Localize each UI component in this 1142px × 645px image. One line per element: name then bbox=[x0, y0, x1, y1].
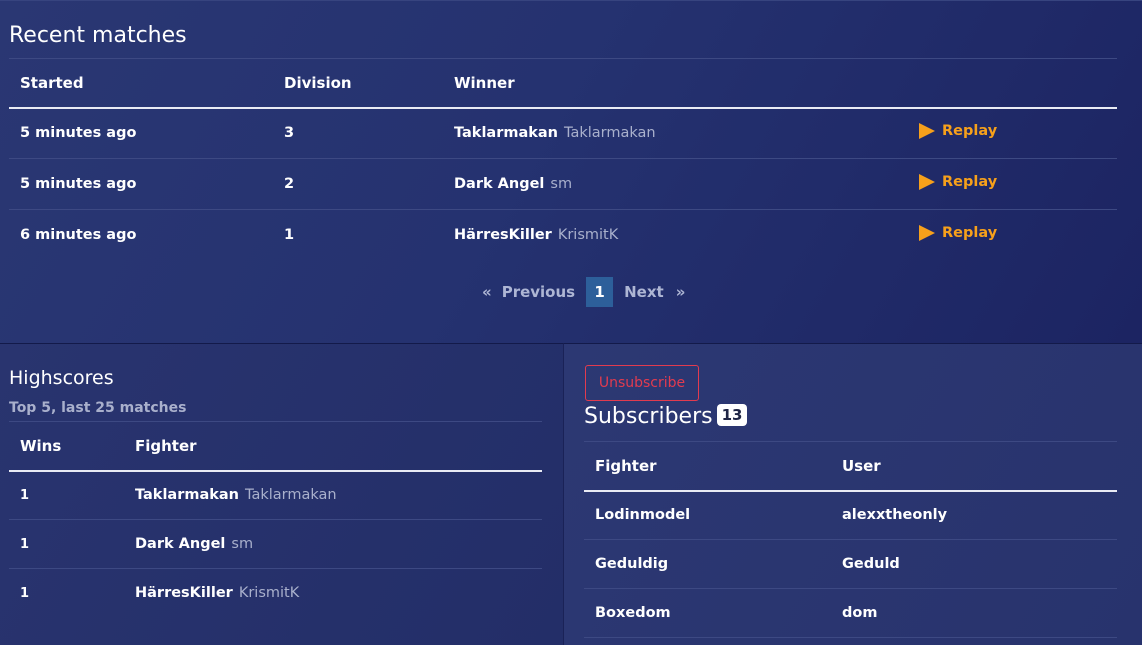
winner-cell: Taklarmakan Taklarmakan bbox=[443, 107, 908, 159]
winner-fighter-link[interactable]: Dark Angel bbox=[454, 176, 544, 192]
user-cell[interactable]: Geduld bbox=[831, 539, 1117, 589]
column-division: Division bbox=[273, 58, 443, 109]
highscores-subtitle: Top 5, last 25 matches bbox=[9, 400, 187, 416]
play-icon bbox=[919, 123, 935, 140]
column-winner: Winner bbox=[443, 58, 908, 109]
replay-label: Replay bbox=[942, 123, 998, 140]
division-cell: 2 bbox=[273, 158, 443, 210]
recent-matches-table: Started Division Winner 5 minutes ago 3 … bbox=[9, 58, 1117, 261]
wins-cell: 1 bbox=[20, 585, 30, 601]
fighter-cell: HärresKiller KrismitK bbox=[124, 569, 542, 618]
column-user: User bbox=[831, 441, 1117, 492]
play-icon bbox=[919, 174, 935, 190]
table-row: 1 HärresKiller KrismitK bbox=[9, 569, 542, 618]
replay-button[interactable]: Replay bbox=[919, 174, 997, 190]
wins-cell: 1 bbox=[9, 470, 124, 520]
action-cell: Replay bbox=[908, 158, 1117, 210]
started-cell: 5 minutes ago bbox=[9, 107, 273, 159]
highscores-panel: Highscores Top 5, last 25 matches Wins F… bbox=[0, 343, 563, 645]
column-fighter: Fighter bbox=[124, 421, 542, 472]
next-page-link[interactable]: Next bbox=[624, 283, 664, 301]
replay-button[interactable]: Replay bbox=[919, 225, 998, 242]
winner-cell: Dark Angel sm bbox=[443, 158, 908, 210]
column-wins: Wins bbox=[9, 421, 124, 472]
user-link[interactable]: KrismitK bbox=[239, 585, 299, 601]
replay-label: Replay bbox=[942, 174, 998, 190]
user-cell[interactable]: alexxtheonly bbox=[831, 490, 1117, 540]
user-link[interactable]: sm bbox=[231, 536, 253, 552]
winner-user-link[interactable]: sm bbox=[550, 176, 572, 192]
started-cell: 5 minutes ago bbox=[9, 158, 273, 210]
table-row: Lodinmodel alexxtheonly bbox=[584, 490, 1117, 540]
table-row: 1 Dark Angel sm bbox=[9, 519, 542, 569]
table-row: 5 minutes ago 3 Taklarmakan Taklarmakan R… bbox=[9, 107, 1117, 159]
fighter-cell[interactable]: Boxedom bbox=[584, 588, 831, 638]
pagination: « Previous 1 Next » bbox=[482, 277, 685, 307]
table-header-row: Wins Fighter bbox=[9, 421, 542, 472]
previous-page-link[interactable]: Previous bbox=[502, 283, 575, 301]
subscribers-panel: Unsubscribe Subscribers 13 Fighter User L… bbox=[563, 343, 1142, 645]
subscribers-title: Subscribers 13 bbox=[584, 404, 748, 429]
fighter-link[interactable]: Taklarmakan bbox=[135, 487, 239, 503]
started-cell: 6 minutes ago bbox=[20, 227, 137, 244]
recent-matches-title: Recent matches bbox=[9, 23, 187, 48]
user-cell[interactable]: dom bbox=[831, 588, 1117, 638]
table-header-row: Fighter User bbox=[584, 441, 1117, 492]
highscores-title: Highscores bbox=[9, 367, 114, 389]
table-row: Boxedom dom bbox=[584, 588, 1117, 638]
fighter-cell: Dark Angel sm bbox=[124, 519, 542, 569]
subscriber-count-badge: 13 bbox=[716, 404, 748, 426]
table-header-row: Started Division Winner bbox=[9, 58, 1117, 109]
replay-label: Replay bbox=[942, 225, 998, 242]
winner-fighter-link[interactable]: Taklarmakan bbox=[454, 125, 558, 141]
column-fighter: Fighter bbox=[584, 441, 831, 492]
fighter-link[interactable]: HärresKiller bbox=[135, 585, 233, 601]
fighter-cell[interactable]: Geduldig bbox=[584, 539, 831, 589]
action-cell: Replay bbox=[908, 210, 1117, 261]
table-row: 5 minutes ago 2 Dark Angel sm Replay bbox=[9, 158, 1117, 210]
recent-matches-panel: Recent matches Started Division Winner 5… bbox=[0, 0, 1142, 343]
winner-cell: HärresKiller KrismitK bbox=[443, 210, 908, 261]
subscribers-table: Fighter User Lodinmodel alexxtheonly Ged… bbox=[584, 441, 1117, 638]
user-link[interactable]: Taklarmakan bbox=[245, 487, 337, 503]
current-page-button[interactable]: 1 bbox=[586, 277, 614, 307]
unsubscribe-button[interactable]: Unsubscribe bbox=[585, 365, 699, 401]
winner-user-link[interactable]: Taklarmakan bbox=[564, 125, 656, 141]
highscores-table: Wins Fighter 1 Taklarmakan Taklarmakan 1 … bbox=[9, 421, 542, 618]
division-cell: 3 bbox=[273, 107, 443, 159]
last-page-link[interactable]: » bbox=[676, 283, 686, 301]
play-icon bbox=[919, 225, 935, 242]
division-cell: 1 bbox=[284, 227, 295, 244]
first-page-link[interactable]: « bbox=[482, 283, 492, 301]
winner-user-link[interactable]: KrismitK bbox=[558, 227, 618, 243]
replay-button[interactable]: Replay bbox=[919, 123, 998, 140]
winner-fighter-link[interactable]: HärresKiller bbox=[454, 227, 552, 243]
column-started: Started bbox=[9, 58, 273, 109]
column-action bbox=[908, 58, 1117, 109]
table-row: Geduldig Geduld bbox=[584, 539, 1117, 589]
subscribers-title-text: Subscribers bbox=[584, 404, 713, 429]
wins-cell: 1 bbox=[9, 519, 124, 569]
table-row: 6 minutes ago 1 HärresKiller KrismitK Rep… bbox=[9, 210, 1117, 261]
action-cell: Replay bbox=[908, 107, 1117, 159]
fighter-cell: Taklarmakan Taklarmakan bbox=[124, 470, 542, 520]
fighter-cell[interactable]: Lodinmodel bbox=[584, 490, 831, 540]
fighter-link[interactable]: Dark Angel bbox=[135, 536, 225, 552]
table-row: 1 Taklarmakan Taklarmakan bbox=[9, 470, 542, 520]
